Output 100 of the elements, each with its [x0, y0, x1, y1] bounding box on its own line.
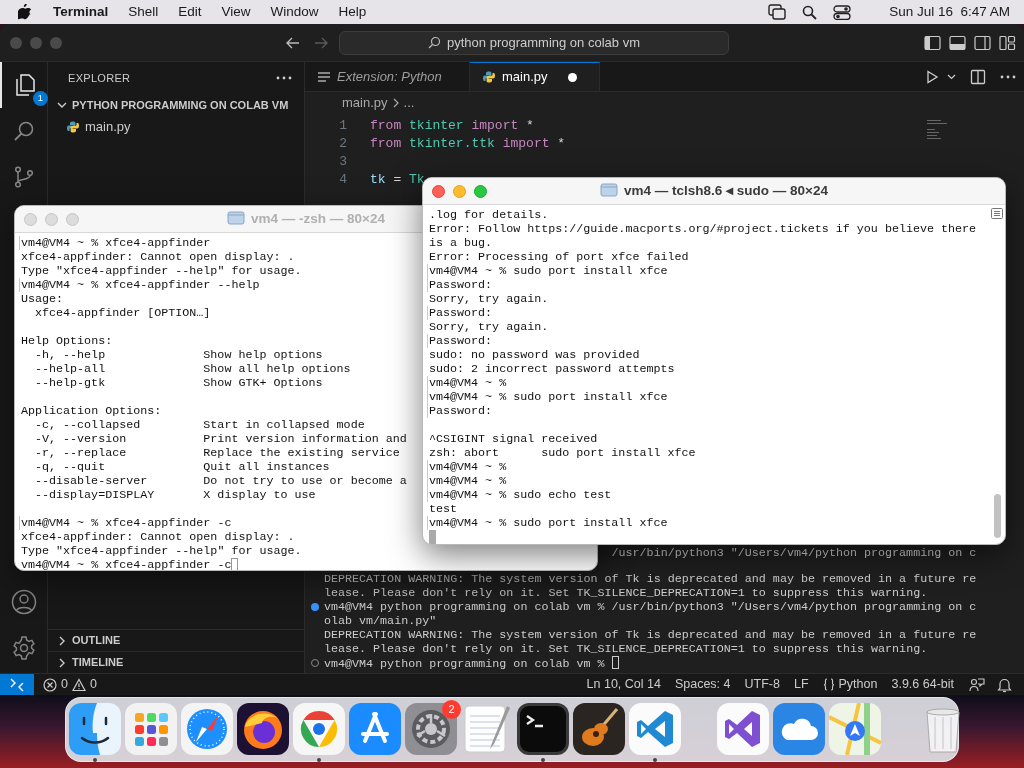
terminal-line: is a bug.	[428, 236, 493, 250]
option-name: -h, --help	[34, 348, 107, 362]
terminal-line: Help Options:	[20, 334, 113, 348]
terminal-line: Application Options:	[20, 404, 162, 418]
screen-mirroring-icon[interactable]	[768, 4, 787, 20]
menu-item[interactable]: Terminal	[53, 1, 109, 23]
scrollbar-thumb[interactable]	[993, 494, 1001, 538]
breadcrumb-item[interactable]: ...	[403, 93, 415, 113]
control-center-icon[interactable]	[833, 4, 852, 20]
notifications-icon[interactable]	[997, 676, 1012, 693]
python-file-icon	[482, 70, 496, 84]
menu-item[interactable]: View	[221, 1, 251, 23]
language-button[interactable]: Python	[815, 675, 885, 694]
option-description: Start in collapsed mode	[203, 418, 365, 432]
status-item[interactable]: LF	[786, 675, 816, 694]
problems-button[interactable]: 0 0	[34, 675, 104, 694]
status-item[interactable]: UTF-8	[737, 675, 787, 694]
terminal-line: Type "xfce4-appfinder --help" for usage.	[20, 264, 302, 278]
command-center-field[interactable]: python programming on colab vm	[339, 30, 729, 55]
option-description: Show GTK+ Options	[203, 376, 323, 390]
remote-button[interactable]	[0, 673, 34, 695]
smiling-face-icon[interactable]	[69, 703, 121, 755]
cloud-icon[interactable]	[773, 703, 825, 755]
infinity-loop-icon[interactable]	[717, 703, 769, 755]
terminal-line: Password:	[427, 334, 493, 348]
editor-tab[interactable]: main.py	[470, 62, 600, 91]
terminal-line: sudo: 2 incorrect password attempts	[428, 362, 675, 376]
sidebar-title: EXPLORER	[68, 70, 131, 86]
layout-icon[interactable]	[999, 34, 1016, 51]
more-actions-icon[interactable]	[1000, 74, 1016, 79]
terminal-line: vm4@VM4 ~ %	[427, 474, 507, 488]
folder-icon	[227, 210, 245, 225]
terminal-icon[interactable]	[517, 703, 569, 755]
app-grid-icon[interactable]	[125, 703, 177, 755]
marks-icon[interactable]	[991, 208, 1003, 219]
option-description: Quit all instances	[203, 460, 330, 474]
map-icon[interactable]	[829, 703, 881, 755]
guitar-icon[interactable]	[573, 703, 625, 755]
menu-item[interactable]: Shell	[128, 1, 159, 23]
feedback-icon[interactable]	[969, 676, 985, 693]
flame-globe-icon[interactable]	[237, 703, 289, 755]
more-actions-icon[interactable]	[276, 76, 292, 80]
terminal-line: DEPRECATION WARNING: The system version of Tk is deprecated and may be removed in a future re	[323, 572, 978, 586]
chevron-icon	[391, 98, 400, 108]
terminal-line: vm4@VM4 ~ % sudo port install xfce	[427, 390, 668, 404]
panel-toggle-icon[interactable]	[949, 34, 966, 51]
terminal-line: Error: Follow https://guide.macports.org/#project.tickets if you believe there	[428, 222, 977, 236]
option-name: --help-gtk	[34, 376, 107, 390]
section-header[interactable]: OUTLINE	[48, 629, 304, 651]
zoom-button[interactable]	[474, 184, 487, 198]
menu-bar-clock[interactable]: Sun Jul 16 6:47 AM	[889, 1, 1010, 23]
status-item[interactable]: Ln 10, Col 14	[579, 675, 668, 694]
split-editor-icon[interactable]	[970, 68, 986, 85]
menu-item[interactable]: Edit	[178, 1, 202, 23]
terminal-line: vm4@VM4 ~ % xfce4-appfinder -c	[19, 558, 239, 570]
terminal-line: vm4@VM4 python programming on colab vm %	[305, 656, 1024, 670]
terminal-line: Password:	[427, 306, 493, 320]
line-number: 1	[338, 117, 347, 136]
status-item[interactable]: 3.9.6 64-bit	[884, 675, 961, 694]
terminal-line: vm4@VM4 ~ % xfce4-appfinder -c	[19, 516, 232, 530]
run-icon[interactable]	[925, 69, 939, 84]
minimap-drawing	[927, 120, 947, 139]
warning-icon	[71, 677, 86, 692]
menu-item[interactable]: Window	[270, 1, 319, 23]
code-editor-icon[interactable]	[629, 703, 681, 755]
caret-icon[interactable]	[947, 73, 956, 80]
menu-item[interactable]: Help	[338, 1, 367, 23]
gear-icon[interactable]	[405, 703, 457, 755]
apple-icon[interactable]	[18, 3, 32, 21]
file-item[interactable]: main.py	[48, 116, 304, 138]
secondary-sidebar-icon[interactable]	[974, 34, 991, 51]
app-store-icon[interactable]	[349, 703, 401, 755]
settings-icon[interactable]	[10, 635, 37, 661]
search-icon	[428, 36, 442, 49]
files-icon[interactable]	[14, 74, 35, 96]
option-description: Replace the existing service	[203, 446, 400, 460]
terminal-line: vm4@VM4 ~ % xfce4-appfinder --help	[19, 278, 260, 292]
terminal-line: DEPRECATION WARNING: The system version of Tk is deprecated and may be removed in a future re	[323, 628, 978, 642]
terminal-line: Password:	[427, 404, 493, 418]
sidebar-toggle-icon[interactable]	[924, 34, 941, 51]
line-number: 4	[338, 171, 347, 190]
breadcrumb-item[interactable]: main.py	[342, 93, 388, 113]
terminal-line: vm4@VM4 ~ %	[427, 460, 507, 474]
status-item[interactable]: Spaces: 4	[667, 675, 738, 694]
folder-header[interactable]: PYTHON PROGRAMMING ON COLAB VM	[48, 94, 304, 116]
option-description: Show all help options	[203, 362, 351, 376]
braces-icon	[822, 678, 835, 691]
terminal-line: Sorry, try again.	[428, 320, 549, 334]
folder-icon	[600, 182, 618, 197]
search-icon[interactable]	[802, 4, 818, 20]
code-line: from tkinter.ttk import *	[370, 135, 566, 154]
account-icon[interactable]	[10, 589, 37, 615]
terminal-line: vm4@VM4 ~ % sudo port install xfce	[427, 264, 668, 278]
terminal-line: xfce4-appfinder: Cannot open display: .	[20, 530, 295, 544]
terminal-line: zsh: abort sudo port install xfce	[428, 446, 696, 460]
terminal-line: vm4@VM4 ~ %	[427, 376, 507, 390]
terminal-line: /usr/bin/python3 "/Users/vm4/python programming on c	[610, 546, 978, 560]
close-button[interactable]	[432, 184, 445, 198]
terminal-line: xfce4-appfinder: Cannot open display: .	[20, 250, 295, 264]
line-number: 3	[338, 153, 347, 172]
